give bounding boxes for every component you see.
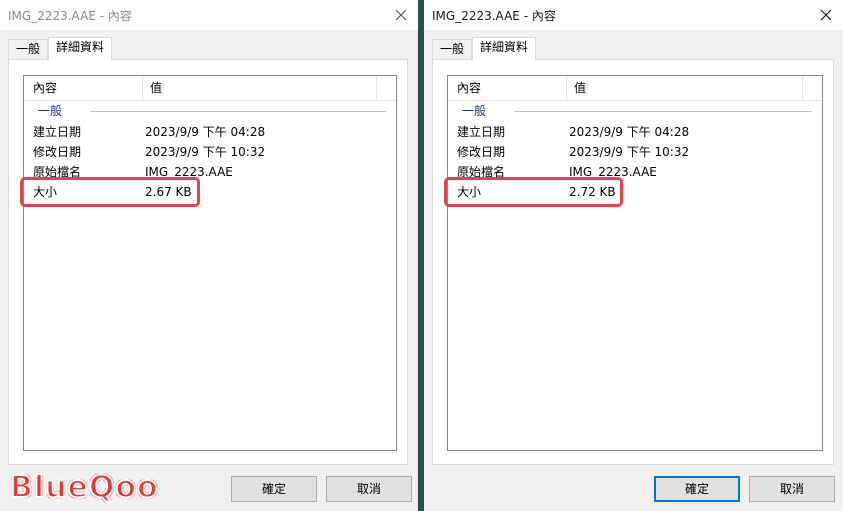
group-header: 一般 xyxy=(24,103,396,119)
title-bar[interactable]: IMG_2223.AAE - 內容 xyxy=(424,0,843,30)
column-header-property[interactable]: 內容 xyxy=(457,76,481,101)
column-divider[interactable] xyxy=(142,76,143,101)
details-panel: 內容 值 一般 建立日期 2023/9/9 下午 04:28 修改日期 2023… xyxy=(8,59,408,465)
close-button[interactable] xyxy=(384,0,418,30)
group-label: 一般 xyxy=(462,103,493,119)
tab-details[interactable]: 詳細資料 xyxy=(48,37,113,60)
tab-strip: 一般 詳細資料 xyxy=(8,37,113,60)
property-value: 2023/9/9 下午 10:32 xyxy=(569,145,690,159)
tab-general[interactable]: 一般 xyxy=(432,39,473,60)
ok-button[interactable]: 確定 xyxy=(654,476,740,502)
list-item[interactable]: 修改日期 2023/9/9 下午 10:32 xyxy=(24,142,396,162)
list-header: 內容 值 xyxy=(24,76,396,101)
property-name: 建立日期 xyxy=(457,125,506,139)
title-bar[interactable]: IMG_2223.AAE - 內容 xyxy=(0,0,418,30)
watermark-logo: BlueQoo xyxy=(9,469,159,506)
property-name: 建立日期 xyxy=(33,125,82,139)
cancel-button[interactable]: 取消 xyxy=(326,476,412,502)
property-value: 2023/9/9 下午 04:28 xyxy=(569,125,690,139)
ok-button[interactable]: 確定 xyxy=(231,476,317,502)
close-button[interactable] xyxy=(809,0,843,30)
column-divider[interactable] xyxy=(376,76,377,101)
tab-strip: 一般 詳細資料 xyxy=(432,37,537,60)
property-list[interactable]: 內容 值 一般 建立日期 2023/9/9 下午 04:28 修改日期 2023… xyxy=(447,75,823,451)
property-value: 2023/9/9 下午 10:32 xyxy=(145,145,266,159)
property-name: 修改日期 xyxy=(33,145,82,159)
window-title: IMG_2223.AAE - 內容 xyxy=(432,9,556,23)
tab-general[interactable]: 一般 xyxy=(8,39,49,60)
list-header: 內容 值 xyxy=(448,76,822,101)
size-highlight-box xyxy=(20,177,200,207)
column-divider[interactable] xyxy=(566,76,567,101)
properties-window-left: IMG_2223.AAE - 內容 一般 詳細資料 內容 值 一般 建立日期 2… xyxy=(0,0,418,511)
group-label: 一般 xyxy=(38,103,69,119)
group-header: 一般 xyxy=(448,103,822,119)
column-header-value[interactable]: 值 xyxy=(574,76,586,101)
property-list[interactable]: 內容 值 一般 建立日期 2023/9/9 下午 04:28 修改日期 2023… xyxy=(23,75,397,451)
tab-details[interactable]: 詳細資料 xyxy=(472,37,537,60)
window-title: IMG_2223.AAE - 內容 xyxy=(8,9,132,23)
cancel-button[interactable]: 取消 xyxy=(749,476,835,502)
group-divider xyxy=(514,111,812,112)
column-header-property[interactable]: 內容 xyxy=(33,76,57,101)
list-item[interactable]: 建立日期 2023/9/9 下午 04:28 xyxy=(24,122,396,142)
column-header-value[interactable]: 值 xyxy=(150,76,162,101)
column-divider[interactable] xyxy=(802,76,803,101)
group-divider xyxy=(90,111,386,112)
list-item[interactable]: 建立日期 2023/9/9 下午 04:28 xyxy=(448,122,822,142)
property-name: 修改日期 xyxy=(457,145,506,159)
list-item[interactable]: 修改日期 2023/9/9 下午 10:32 xyxy=(448,142,822,162)
details-panel: 內容 值 一般 建立日期 2023/9/9 下午 04:28 修改日期 2023… xyxy=(432,59,834,465)
close-icon xyxy=(820,9,832,21)
property-value: 2023/9/9 下午 04:28 xyxy=(145,125,266,139)
size-highlight-box xyxy=(444,177,623,207)
close-icon xyxy=(395,9,407,21)
properties-window-right: IMG_2223.AAE - 內容 一般 詳細資料 內容 值 一般 建立日期 2… xyxy=(424,0,843,511)
